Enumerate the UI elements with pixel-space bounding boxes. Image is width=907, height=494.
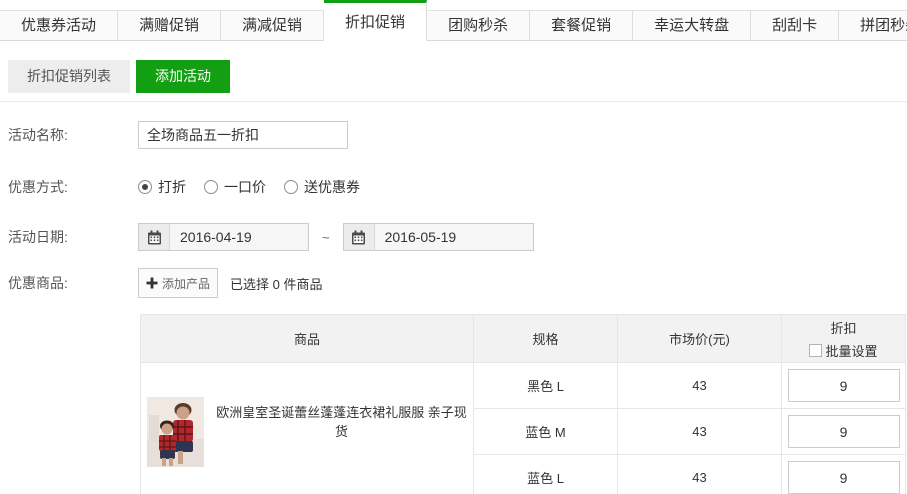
discount-method-label: 优惠方式: — [8, 177, 138, 197]
activity-name-label: 活动名称: — [8, 125, 138, 145]
product-cell: 欧洲皇室圣诞蕾丝蓬蓬连衣裙礼服服 亲子现货 — [141, 363, 474, 494]
promo-products-label: 优惠商品: — [8, 273, 138, 293]
radio-discount-label: 打折 — [158, 177, 186, 197]
section-divider — [0, 101, 907, 102]
radio-discount-icon[interactable] — [138, 180, 152, 194]
discount-cell — [782, 409, 906, 455]
price-cell: 43 — [618, 363, 782, 409]
radio-fixed-price-label: 一口价 — [224, 177, 266, 197]
tab-discount-promo[interactable]: 折扣促销 — [324, 0, 427, 41]
product-name: 欧洲皇室圣诞蕾丝蓬蓬连衣裙礼服服 亲子现货 — [210, 404, 473, 440]
batch-setting-label: 批量设置 — [825, 341, 877, 360]
radio-option-send-coupon[interactable]: 送优惠券 — [284, 177, 360, 197]
price-cell: 43 — [618, 455, 782, 494]
tab-scratch-card[interactable]: 刮刮卡 — [751, 10, 839, 41]
radio-option-fixed-price[interactable]: 一口价 — [204, 177, 266, 197]
calendar-icon — [344, 224, 375, 250]
discount-method-row: 优惠方式: 打折 一口价 送优惠券 — [8, 177, 907, 197]
start-date-value: 2016-04-19 — [170, 229, 252, 245]
plus-icon — [146, 277, 158, 289]
spec-cell: 蓝色 M — [474, 409, 618, 455]
tab-group-buy-seckill[interactable]: 团购秒杀 — [427, 10, 530, 41]
add-product-button-label: 添加产品 — [162, 275, 210, 292]
batch-setting: 批量设置 — [782, 341, 905, 360]
end-date-picker[interactable]: 2016-05-19 — [343, 223, 534, 251]
discount-input[interactable] — [788, 461, 900, 494]
date-range-separator: ~ — [322, 230, 330, 245]
radio-fixed-price-icon[interactable] — [204, 180, 218, 194]
table-header-row: 商品 规格 市场价(元) 折扣 批量设置 — [141, 315, 906, 363]
discount-header-title: 折扣 — [782, 318, 905, 337]
discount-subtabs: 折扣促销列表 添加活动 — [8, 60, 907, 93]
tab-coupon-activity[interactable]: 优惠券活动 — [0, 10, 118, 41]
promo-products-row: 优惠商品: 添加产品 已选择 0 件商品 — [8, 268, 907, 298]
tab-full-reduction-promo[interactable]: 满减促销 — [221, 10, 324, 41]
product-thumbnail — [147, 397, 204, 467]
radio-send-coupon-label: 送优惠券 — [304, 177, 360, 197]
discount-cell — [782, 363, 906, 409]
batch-setting-checkbox[interactable] — [809, 344, 822, 357]
subtab-add-activity[interactable]: 添加活动 — [136, 60, 230, 93]
selected-count-text: 已选择 0 件商品 — [230, 274, 322, 293]
promotion-tabbar: 优惠券活动 满赠促销 满减促销 折扣促销 团购秒杀 套餐促销 幸运大转盘 刮刮卡… — [0, 0, 907, 41]
tab-full-gift-promo[interactable]: 满赠促销 — [118, 10, 221, 41]
end-date-value: 2016-05-19 — [375, 229, 457, 245]
add-activity-form: 活动名称: 优惠方式: 打折 一口价 送优惠券 活动日期: — [8, 121, 907, 298]
activity-name-row: 活动名称: — [8, 121, 907, 149]
calendar-icon — [139, 224, 170, 250]
radio-send-coupon-icon[interactable] — [284, 180, 298, 194]
discount-products-table: 商品 规格 市场价(元) 折扣 批量设置 — [140, 314, 906, 494]
column-header-product: 商品 — [141, 315, 474, 363]
tab-package-promo[interactable]: 套餐促销 — [530, 10, 633, 41]
discount-cell — [782, 455, 906, 494]
tab-group-seckill[interactable]: 拼团秒杀 — [839, 10, 907, 41]
spec-cell: 黑色 L — [474, 363, 618, 409]
price-cell: 43 — [618, 409, 782, 455]
tab-lucky-wheel[interactable]: 幸运大转盘 — [633, 10, 751, 41]
activity-name-input[interactable] — [138, 121, 348, 149]
table-row: 欧洲皇室圣诞蕾丝蓬蓬连衣裙礼服服 亲子现货 黑色 L 43 — [141, 363, 906, 409]
discount-input[interactable] — [788, 369, 900, 402]
subtab-discount-list[interactable]: 折扣促销列表 — [8, 60, 130, 93]
discount-input[interactable] — [788, 415, 900, 448]
radio-option-discount[interactable]: 打折 — [138, 177, 186, 197]
spec-cell: 蓝色 L — [474, 455, 618, 494]
column-header-discount: 折扣 批量设置 — [782, 315, 906, 363]
add-product-button[interactable]: 添加产品 — [138, 268, 218, 298]
column-header-spec: 规格 — [474, 315, 618, 363]
discount-method-options: 打折 一口价 送优惠券 — [138, 177, 378, 197]
start-date-picker[interactable]: 2016-04-19 — [138, 223, 309, 251]
column-header-price: 市场价(元) — [618, 315, 782, 363]
activity-date-label: 活动日期: — [8, 227, 138, 247]
activity-date-row: 活动日期: 2016-04-19 ~ — [8, 223, 907, 251]
